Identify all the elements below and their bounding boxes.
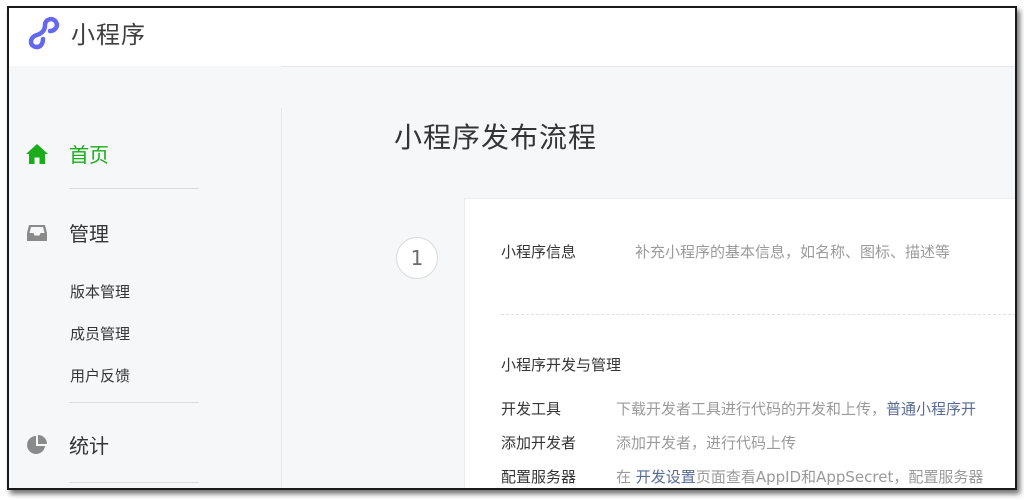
sidebar-item-manage[interactable]: 管理: [24, 218, 109, 247]
server-config-prefix: 在: [616, 468, 632, 486]
section-divider: [501, 314, 1015, 315]
sidebar: [9, 66, 281, 488]
page-title: 小程序发布流程: [394, 121, 598, 154]
window-frame: 小程序 首页 管理 版本管理 成员管理 用户反馈 统计 小程序发布流程 1 小程…: [7, 6, 1017, 490]
info-description: 补充小程序的基本信息，如名称、图标、描述等: [635, 243, 951, 261]
sidebar-item-manage-label: 管理: [69, 222, 109, 246]
server-config-desc-text: 页面查看AppID和AppSecret，配置服务器: [695, 468, 984, 486]
sidebar-item-stats[interactable]: 统计: [24, 430, 109, 459]
sidebar-subitem-members[interactable]: 成员管理: [70, 323, 130, 344]
add-developer-description: 添加开发者，进行代码上传: [616, 434, 797, 452]
sidebar-item-stats-label: 统计: [69, 434, 109, 458]
sidebar-divider: [281, 108, 282, 488]
dev-settings-link[interactable]: 开发设置: [636, 468, 696, 486]
dev-tools-desc-text: 下载开发者工具进行代码的开发和上传，: [616, 400, 887, 418]
dev-tools-label: 开发工具: [501, 400, 562, 418]
app-title: 小程序: [71, 21, 146, 49]
sidebar-subitem-feedback[interactable]: 用户反馈: [70, 365, 130, 386]
pie-chart-icon: [24, 432, 50, 458]
sidebar-item-home-label: 首页: [69, 143, 109, 167]
sidebar-separator: [69, 188, 199, 189]
home-icon: [24, 141, 50, 167]
top-header: 小程序: [9, 8, 1015, 67]
add-developer-label: 添加开发者: [501, 434, 577, 452]
server-config-label: 配置服务器: [501, 468, 577, 486]
info-label: 小程序信息: [501, 243, 577, 261]
dev-manage-section-title: 小程序开发与管理: [501, 356, 622, 374]
step-number-badge: 1: [396, 237, 438, 279]
mini-program-logo-icon: [28, 16, 60, 50]
inbox-icon: [24, 220, 50, 246]
sidebar-separator: [69, 402, 199, 403]
dev-tools-description: 下载开发者工具进行代码的开发和上传，普通小程序开: [616, 398, 976, 419]
server-config-description: 在 开发设置页面查看AppID和AppSecret，配置服务器: [616, 466, 983, 487]
sidebar-separator: [69, 482, 199, 483]
dev-tools-link[interactable]: 普通小程序开: [886, 400, 976, 418]
sidebar-item-home[interactable]: 首页: [24, 139, 109, 168]
sidebar-subitem-version[interactable]: 版本管理: [70, 281, 130, 302]
